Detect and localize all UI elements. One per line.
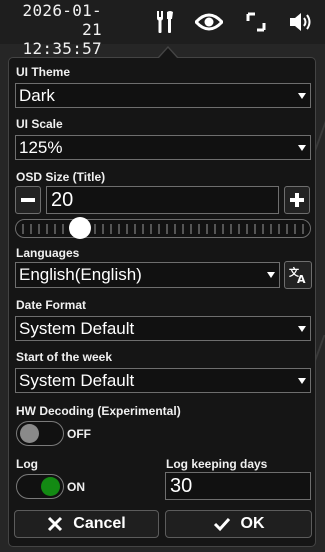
log-toggle[interactable] xyxy=(16,474,64,499)
translate-button[interactable]: 文 A xyxy=(284,261,312,289)
slider-tick xyxy=(174,224,176,234)
checkmark-icon xyxy=(213,517,230,532)
date-format-label: Date Format xyxy=(16,298,87,312)
date-format-select[interactable]: System Default xyxy=(15,316,311,341)
ui-theme-value: Dark xyxy=(19,86,55,105)
toggle-knob xyxy=(20,424,39,443)
toggle-knob xyxy=(41,477,60,496)
cancel-button[interactable]: Cancel xyxy=(14,510,159,538)
osd-size-label: OSD Size (Title) xyxy=(16,170,106,184)
osd-increase-button[interactable] xyxy=(284,186,310,214)
ui-theme-select[interactable]: Dark xyxy=(15,83,311,108)
slider-tick xyxy=(102,224,104,234)
slider-tick xyxy=(302,224,304,234)
slider-tick xyxy=(206,224,208,234)
slider-tick xyxy=(198,224,200,234)
week-start-value: System Default xyxy=(19,371,135,390)
week-start-select[interactable]: System Default xyxy=(15,368,311,393)
languages-value: English(English) xyxy=(19,265,142,284)
minus-icon xyxy=(21,198,35,202)
slider-tick xyxy=(286,224,288,234)
chevron-down-icon xyxy=(298,93,306,99)
ui-theme-label: UI Theme xyxy=(16,65,71,79)
close-icon xyxy=(48,516,63,532)
eye-icon[interactable] xyxy=(195,8,223,36)
ui-scale-label: UI Scale xyxy=(16,117,63,131)
clock: 2026-01-21 12:35:57 xyxy=(6,1,102,58)
clock-time: 12:35:57 xyxy=(22,39,102,58)
slider-tick xyxy=(158,224,160,234)
osd-decrease-button[interactable] xyxy=(15,186,41,214)
panel-pointer-fill xyxy=(159,48,177,58)
log-label: Log xyxy=(16,457,38,471)
slider-tick xyxy=(62,224,64,234)
languages-select[interactable]: English(English) xyxy=(15,262,280,288)
slider-tick xyxy=(38,224,40,234)
chevron-down-icon xyxy=(267,272,275,278)
slider-tick xyxy=(134,224,136,234)
clock-date: 2026-01-21 xyxy=(22,1,102,39)
slider-tick xyxy=(182,224,184,234)
ui-scale-select[interactable]: 125% xyxy=(15,135,311,160)
chevron-down-icon xyxy=(298,145,306,151)
slider-tick xyxy=(254,224,256,234)
week-start-label: Start of the week xyxy=(16,350,113,364)
ok-button[interactable]: OK xyxy=(165,510,312,538)
slider-tick xyxy=(118,224,120,234)
fullscreen-icon[interactable] xyxy=(242,8,270,36)
slider-tick xyxy=(270,224,272,234)
osd-size-slider-thumb[interactable] xyxy=(69,217,92,239)
slider-tick xyxy=(30,224,32,234)
slider-tick xyxy=(54,224,56,234)
settings-screen: 2026-01-21 12:35:57 UI Theme Dark UI Sca… xyxy=(0,0,325,552)
slider-tick xyxy=(110,224,112,234)
log-days-label: Log keeping days xyxy=(166,457,268,471)
top-bar: 2026-01-21 12:35:57 xyxy=(0,0,325,58)
chevron-down-icon xyxy=(298,326,306,332)
slider-tick xyxy=(222,224,224,234)
slider-tick xyxy=(214,224,216,234)
hw-decoding-toggle[interactable] xyxy=(16,421,64,446)
slider-tick xyxy=(94,224,96,234)
ui-scale-value: 125% xyxy=(19,138,63,157)
chevron-down-icon xyxy=(298,378,306,384)
ok-label: OK xyxy=(240,515,265,532)
slider-tick xyxy=(46,224,48,234)
cancel-label: Cancel xyxy=(73,515,126,532)
slider-tick xyxy=(126,224,128,234)
slider-tick xyxy=(246,224,248,234)
translate-icon: 文 A xyxy=(289,266,306,284)
slider-tick xyxy=(278,224,280,234)
svg-text:A: A xyxy=(297,273,306,284)
slider-tick xyxy=(238,224,240,234)
osd-size-slider[interactable] xyxy=(15,219,311,238)
slider-tick xyxy=(166,224,168,234)
slider-tick xyxy=(262,224,264,234)
plus-icon xyxy=(290,193,304,207)
slider-tick xyxy=(230,224,232,234)
log-days-input[interactable]: 30 xyxy=(165,472,311,500)
hw-decoding-state: OFF xyxy=(67,427,91,441)
languages-label: Languages xyxy=(16,246,80,260)
tools-icon[interactable] xyxy=(151,8,179,36)
slider-tick xyxy=(22,224,24,234)
osd-size-input[interactable]: 20 xyxy=(46,186,279,214)
slider-tick xyxy=(150,224,152,234)
slider-tick xyxy=(142,224,144,234)
hw-decoding-label: HW Decoding (Experimental) xyxy=(16,404,181,418)
slider-tick xyxy=(294,224,296,234)
slider-tick xyxy=(190,224,192,234)
date-format-value: System Default xyxy=(19,319,135,338)
log-state: ON xyxy=(67,480,85,494)
speaker-icon[interactable] xyxy=(287,8,315,36)
